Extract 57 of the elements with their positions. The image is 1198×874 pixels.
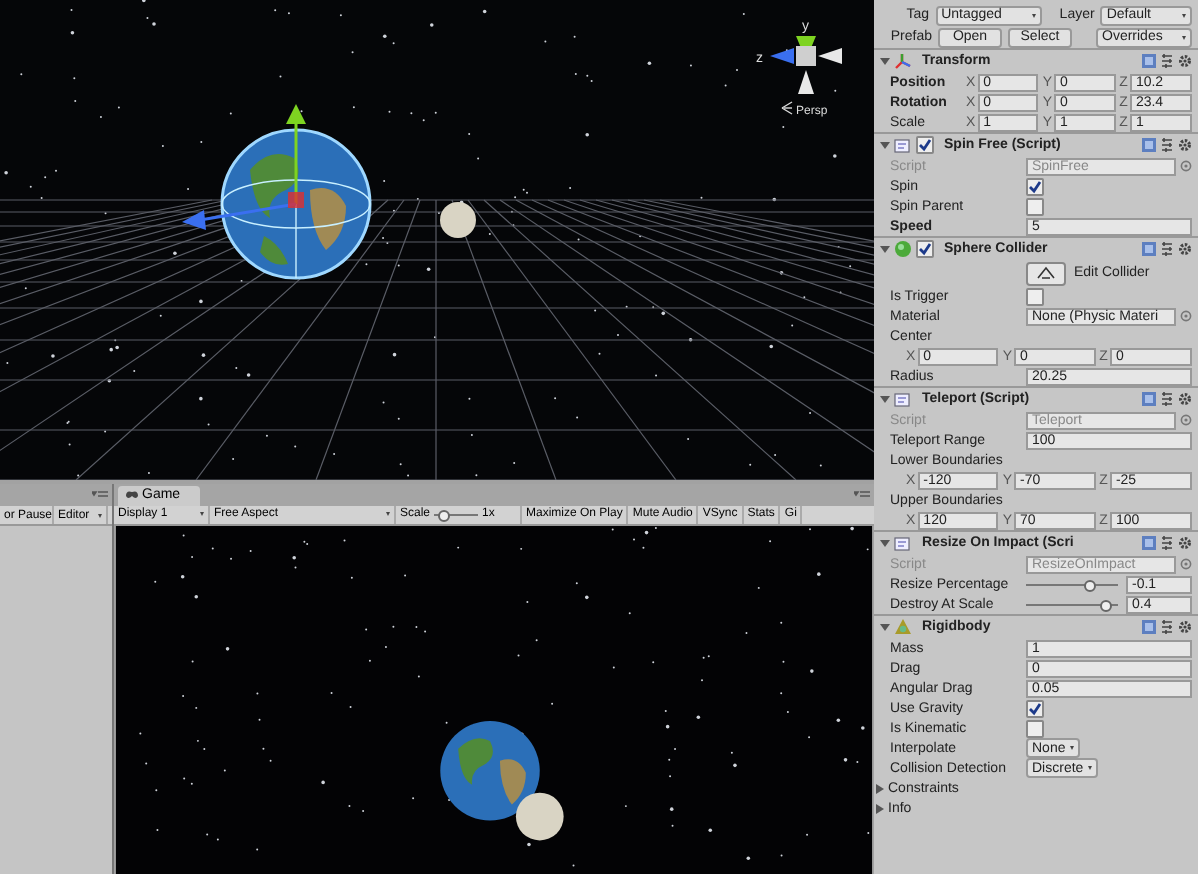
collider-edit-icon [1036,266,1056,280]
property-checkbox[interactable] [1026,287,1044,305]
preset-icon[interactable] [1160,620,1174,634]
caret-icon [97,513,102,517]
script-icon [894,137,912,153]
property-checkbox[interactable] [1026,699,1044,717]
preset-icon[interactable] [1160,536,1174,550]
preset-icon[interactable] [1160,54,1174,68]
settings-icon[interactable] [1178,536,1192,550]
moon-drawing [515,792,564,841]
foldout-arrow-icon[interactable] [880,622,890,632]
caret-icon [1031,13,1036,17]
object-picker-icon[interactable] [1180,414,1192,426]
caret-icon [1087,766,1092,770]
axes-icon [894,52,912,70]
panel-menu-icon[interactable] [92,490,108,500]
property-checkbox[interactable] [1026,719,1044,737]
object-picker-icon[interactable] [1180,558,1192,570]
settings-icon[interactable] [1178,620,1192,634]
caret-icon [386,512,390,517]
game-controller-icon [126,490,138,501]
moon-drawing [440,202,476,238]
slider-thumb[interactable] [1084,579,1097,591]
projection-icon [781,101,793,115]
rigidbody-icon [894,618,912,636]
enabled-checkbox[interactable] [916,136,934,154]
property-checkbox[interactable] [1026,177,1044,195]
slider-thumb[interactable] [438,509,451,522]
settings-icon[interactable] [1178,54,1192,68]
enabled-checkbox[interactable] [916,240,934,258]
preset-icon[interactable] [1160,138,1174,152]
foldout-arrow-icon[interactable] [880,538,890,548]
settings-icon[interactable] [1178,392,1192,406]
object-picker-icon[interactable] [1180,160,1192,172]
caret-icon [1069,746,1074,750]
script-icon [894,535,912,551]
settings-icon[interactable] [1178,138,1192,152]
foldout-arrow-icon[interactable] [880,244,890,254]
settings-icon[interactable] [1178,242,1192,256]
script-icon [894,391,912,407]
slider-thumb[interactable] [1099,599,1112,611]
sphere-icon [894,240,912,258]
caret-icon [1182,13,1186,17]
earth-drawing [440,720,540,821]
preset-icon[interactable] [1160,242,1174,256]
foldout-arrow-icon[interactable] [880,140,890,150]
foldout-arrow-icon[interactable] [880,56,890,66]
orientation-gizmo-drawing[interactable] [770,36,842,94]
foldout-arrow-icon[interactable] [880,394,890,404]
move-gizmo-drawing[interactable] [182,104,306,230]
edit-collider-button[interactable] [1026,261,1066,285]
panel-menu-icon[interactable] [854,489,870,500]
caret-icon [1182,35,1186,39]
caret-icon [200,512,204,517]
preset-icon[interactable] [1160,392,1174,406]
object-picker-icon[interactable] [1180,310,1192,322]
property-checkbox[interactable] [1026,197,1044,215]
